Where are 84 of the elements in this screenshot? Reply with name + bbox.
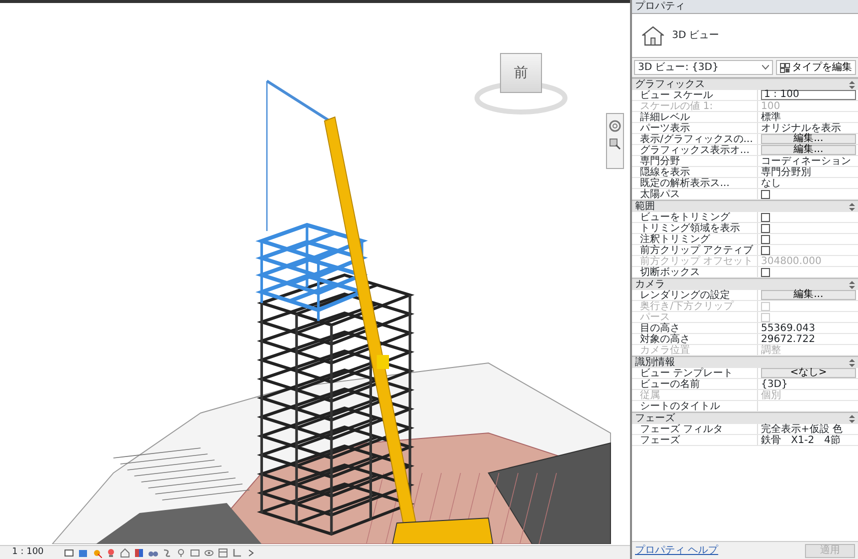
property-value: 個別 — [761, 390, 781, 400]
lamp-icon[interactable] — [106, 548, 116, 558]
checkbox[interactable] — [761, 246, 770, 254]
edit-type-button[interactable]: タイプを編集 — [776, 60, 856, 75]
property-value: 29672.722 — [761, 334, 816, 344]
property-label: ビューの名前 — [632, 379, 758, 389]
property-label: カメラ位置 — [632, 345, 758, 355]
cube-icon[interactable] — [78, 548, 88, 558]
property-label: ビューをトリミング — [632, 212, 758, 222]
property-label: 表示/グラフィックスの... — [632, 134, 758, 144]
eye-icon[interactable] — [204, 548, 214, 558]
checkbox[interactable] — [761, 224, 770, 232]
view-selector-dropdown[interactable]: 3D ビュー: {3D} — [634, 60, 773, 75]
property-label: 目の高さ — [632, 323, 758, 333]
collapse-icon[interactable] — [849, 280, 855, 288]
property-label: 専門分野 — [632, 156, 758, 166]
property-value: 鉄骨 X1-2 4節 — [761, 434, 841, 446]
property-label: 前方クリップ アクティブ — [632, 245, 758, 255]
property-edit-button[interactable]: 編集... — [761, 145, 856, 155]
collapse-icon[interactable] — [849, 414, 855, 422]
view-scale-label[interactable]: 1 : 100 — [12, 546, 44, 559]
property-label: パーツ表示 — [632, 123, 758, 133]
property-label: 太陽パス — [632, 189, 758, 199]
property-label: 従属 — [632, 390, 758, 400]
property-label: 前方クリップ オフセット — [632, 256, 758, 266]
collapse-icon[interactable] — [849, 202, 855, 210]
zoom-icon[interactable] — [609, 138, 621, 150]
steering-wheel-icon[interactable] — [609, 120, 621, 132]
property-value: 100 — [761, 100, 780, 112]
house-icon[interactable] — [120, 548, 130, 558]
property-label: 詳細レベル — [632, 112, 758, 122]
shading-icon[interactable] — [134, 548, 144, 558]
property-label: ビュー スケール — [632, 90, 758, 100]
section-header[interactable]: カメラ — [632, 278, 858, 290]
view-type-name: 3D ビュー — [672, 30, 720, 41]
property-value: オリジナルを表示 — [761, 122, 841, 134]
property-label: トリミング領域を表示 — [632, 223, 758, 233]
property-value: なし — [761, 178, 781, 188]
properties-help-link[interactable]: プロパティ ヘルプ — [635, 545, 718, 556]
property-edit-button[interactable]: 編集... — [761, 134, 856, 144]
property-label: フェーズ フィルタ — [632, 424, 758, 434]
collapse-icon[interactable] — [849, 80, 855, 88]
property-value: コーディネーション — [761, 156, 851, 166]
frame-icon[interactable] — [218, 548, 228, 558]
property-value: {3D} — [761, 378, 788, 390]
property-label: ビュー テンプレート — [632, 368, 758, 378]
property-label: フェーズ — [632, 435, 758, 445]
view-cube[interactable]: 前 — [500, 53, 542, 93]
checkbox[interactable] — [761, 212, 770, 222]
grid-icon — [780, 62, 790, 72]
property-label: 注釈トリミング — [632, 234, 758, 244]
property-input-field[interactable]: 1 : 100 — [761, 90, 856, 100]
property-value: 専門分野別 — [761, 166, 811, 178]
property-label: レンダリングの設定 — [632, 290, 758, 300]
sheet-icon[interactable] — [64, 548, 74, 558]
property-edit-button[interactable]: 編集... — [761, 290, 856, 300]
section-header[interactable]: グラフィックス — [632, 78, 858, 90]
section-header[interactable]: 範囲 — [632, 200, 858, 212]
property-edit-button[interactable]: <なし> — [761, 368, 856, 378]
property-value: 完全表示+仮設 色 — [761, 424, 843, 434]
property-value: 標準 — [761, 112, 781, 122]
property-label: スケールの値 1: — [632, 101, 758, 111]
property-value: 調整 — [761, 344, 781, 356]
section-header[interactable]: 識別情報 — [632, 356, 858, 368]
checkbox[interactable] — [761, 190, 770, 198]
section-header[interactable]: フェーズ — [632, 412, 858, 424]
property-label: 対象の高さ — [632, 334, 758, 344]
property-label: 既定の解析表示ス... — [632, 178, 758, 188]
property-value: 304800.000 — [761, 256, 822, 266]
property-label: パース — [632, 312, 758, 322]
crop-icon[interactable] — [232, 548, 242, 558]
checkbox[interactable] — [761, 268, 770, 276]
property-label: グラフィックス表示オ... — [632, 145, 758, 155]
panel-title: プロパティ — [632, 0, 858, 14]
property-value: 55369.043 — [761, 322, 816, 334]
property-label: 奥行き/下方クリップ — [632, 301, 758, 311]
property-label: 隠線を表示 — [632, 167, 758, 177]
hook-icon[interactable] — [162, 548, 172, 558]
box-icon[interactable] — [190, 548, 200, 558]
property-label: シートのタイトル — [632, 401, 758, 411]
collapse-icon[interactable] — [849, 358, 855, 366]
property-label: 切断ボックス — [632, 267, 758, 277]
checkbox[interactable] — [761, 234, 770, 244]
house-icon — [642, 26, 664, 46]
